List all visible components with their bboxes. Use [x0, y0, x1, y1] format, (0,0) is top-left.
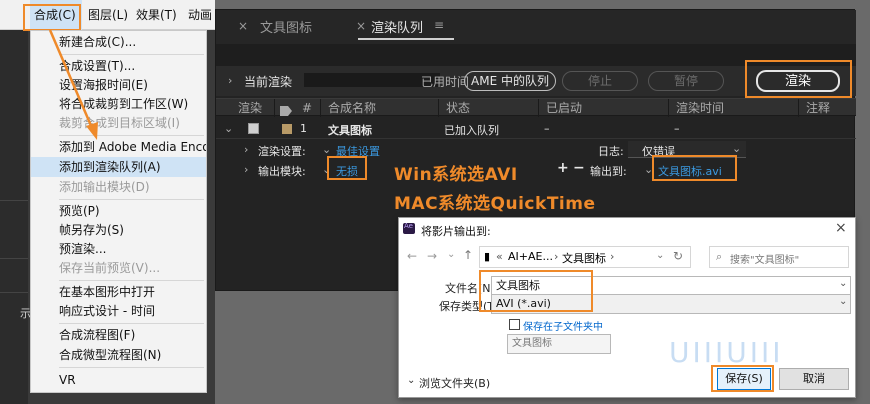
- tab-render-queue[interactable]: 渲染队列: [371, 17, 423, 36]
- col-started[interactable]: 已启动: [546, 99, 582, 117]
- highlight-output-module: [327, 156, 367, 180]
- render-settings-dropdown-icon[interactable]: ⌄: [322, 143, 331, 156]
- annotation-win: Win系统选AVI: [394, 165, 518, 185]
- up-arrow-icon[interactable]: ↑: [463, 248, 473, 262]
- save-movie-dialog: Ae 将影片输出到: × ← → ⌄ ↑ ▮ « AI+AE... › 文具图标…: [398, 217, 856, 398]
- dialog-title: 将影片输出到:: [421, 225, 491, 238]
- ae-app-icon: Ae: [403, 222, 415, 234]
- dialog-navigation: ← → ⌄ ↑ ▮ « AI+AE... › 文具图标 › ⌄ ↻ ⌕ 搜索"文…: [399, 244, 855, 270]
- output-module-row: › 输出模块: ⌄ 无损 + − 输出到: ⌄ 文具图标.avi: [216, 160, 856, 180]
- filetype-dropdown-icon[interactable]: ⌄: [839, 296, 847, 307]
- browse-folders-chevron-icon[interactable]: ⌄: [407, 375, 415, 386]
- ame-queue-button[interactable]: AME 中的队列: [464, 71, 556, 91]
- highlight-output-to: [652, 155, 737, 181]
- item-status: 已加入队列: [444, 124, 499, 137]
- expand-chevron-icon[interactable]: ›: [228, 74, 232, 87]
- tab-composition[interactable]: 文具图标: [260, 17, 312, 36]
- add-output-module-button[interactable]: +: [557, 160, 569, 176]
- search-box[interactable]: ⌕ 搜索"文具图标": [709, 246, 849, 268]
- cancel-button[interactable]: 取消: [779, 368, 849, 390]
- recent-dropdown-icon[interactable]: ⌄: [447, 249, 455, 260]
- dialog-title-bar: Ae 将影片输出到: ×: [399, 218, 855, 240]
- col-separator: [274, 99, 275, 117]
- highlight-save-button: [711, 365, 774, 392]
- queue-header-row: 渲染 # 合成名称 状态 已启动 渲染时间 注释: [216, 98, 856, 117]
- col-number[interactable]: #: [302, 99, 312, 117]
- remove-output-module-button[interactable]: −: [573, 160, 585, 176]
- col-render-time[interactable]: 渲染时间: [676, 99, 724, 117]
- filename-dropdown-icon[interactable]: ⌄: [839, 278, 847, 289]
- col-separator: [798, 99, 799, 117]
- item-started: –: [544, 122, 550, 135]
- col-separator: [668, 99, 669, 117]
- queue-item-row[interactable]: ⌄ 1 文具图标 已加入队列 – –: [216, 119, 856, 139]
- render-checkbox[interactable]: [248, 123, 259, 134]
- log-dropdown-icon: ⌄: [732, 142, 742, 155]
- render-settings-label: 渲染设置:: [258, 145, 306, 158]
- breadcrumb-separator: ›: [610, 250, 615, 263]
- panel-menu-icon[interactable]: ≡: [434, 18, 444, 32]
- subfolder-checkbox[interactable]: [509, 319, 520, 330]
- progress-track: [304, 73, 440, 87]
- address-dropdown-icon[interactable]: ⌄: [656, 250, 664, 261]
- log-label: 日志:: [598, 145, 624, 158]
- item-render-time: –: [674, 122, 680, 135]
- refresh-icon[interactable]: ↻: [673, 249, 683, 263]
- breadcrumb-parent[interactable]: AI+AE...: [508, 250, 553, 263]
- panel-tabs: × 文具图标 × 渲染队列 ≡: [216, 10, 856, 44]
- arrow-head-add-render-queue: [86, 122, 98, 140]
- highlight-render-button: [745, 60, 852, 98]
- col-render[interactable]: 渲染: [238, 99, 262, 117]
- col-separator: [320, 99, 321, 117]
- col-separator: [438, 99, 439, 117]
- breadcrumb-separator: ›: [554, 250, 559, 263]
- annotation-mac: MAC系统选QuickTime: [394, 194, 596, 214]
- active-tab-indicator: [358, 38, 454, 40]
- tab-close-icon[interactable]: ×: [238, 19, 248, 33]
- col-comment[interactable]: 注释: [806, 99, 830, 117]
- back-arrow-icon[interactable]: ←: [407, 249, 417, 263]
- search-icon: ⌕: [716, 250, 723, 263]
- output-to-label: 输出到:: [590, 165, 627, 178]
- address-bar[interactable]: ▮ « AI+AE... › 文具图标 › ⌄ ↻: [479, 246, 691, 268]
- item-comp-name: 文具图标: [328, 124, 372, 137]
- item-expand-icon[interactable]: ⌄: [224, 122, 233, 135]
- forward-arrow-icon[interactable]: →: [427, 249, 437, 263]
- folder-icon: ▮: [484, 250, 491, 263]
- stop-button[interactable]: 停止: [562, 71, 638, 91]
- elapsed-time-label: 已用时间: [421, 75, 470, 89]
- search-placeholder: 搜索"文具图标": [730, 255, 800, 266]
- browse-folders-toggle[interactable]: 浏览文件夹(B): [419, 375, 490, 391]
- col-comp-name[interactable]: 合成名称: [328, 99, 376, 117]
- dialog-close-icon[interactable]: ×: [835, 220, 847, 236]
- highlight-filename-filetype: [479, 270, 593, 312]
- subfolder-label[interactable]: 保存在子文件夹中: [523, 318, 603, 333]
- col-status[interactable]: 状态: [446, 99, 470, 117]
- breadcrumb-current[interactable]: 文具图标: [562, 250, 606, 266]
- current-render-label: 当前渲染: [244, 75, 293, 89]
- item-number: 1: [300, 122, 307, 135]
- pause-button[interactable]: 暂停: [648, 71, 724, 91]
- breadcrumb-overflow[interactable]: «: [496, 250, 503, 263]
- output-module-chevron-icon[interactable]: ›: [244, 163, 248, 176]
- tab-close-icon[interactable]: ×: [356, 19, 366, 33]
- render-settings-row: › 渲染设置: ⌄ 最佳设置 日志: 仅错误 ⌄: [216, 140, 856, 160]
- arrow-to-add-render-queue: [48, 29, 94, 129]
- output-module-label: 输出模块:: [258, 165, 306, 178]
- col-separator: [538, 99, 539, 117]
- label-color-swatch[interactable]: [282, 124, 292, 134]
- render-settings-chevron-icon[interactable]: ›: [244, 143, 248, 156]
- subfolder-input[interactable]: 文具图标: [507, 334, 611, 354]
